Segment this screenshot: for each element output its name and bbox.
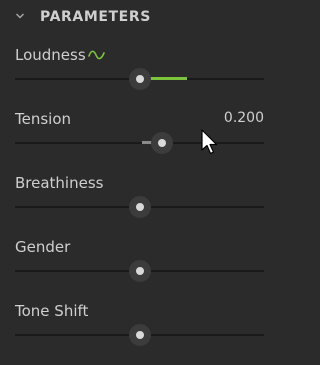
parameters-panel: PARAMETERS Loudness Tension 0.200 Breath… [0,0,279,365]
parameters-section-header[interactable]: PARAMETERS [0,0,279,36]
param-label: Loudness [15,46,86,64]
slider-thumb[interactable] [128,196,151,218]
param-value: 0.200 [223,110,264,126]
section-title: PARAMETERS [40,9,151,25]
slider-thumb[interactable] [128,260,151,282]
param-label: Breathiness [15,174,104,192]
param-label: Tension [15,110,72,128]
waveform-icon [88,50,105,60]
slider-thumb[interactable] [128,68,151,90]
param-tension: Tension 0.200 [0,110,279,170]
param-label: Gender [15,238,71,256]
slider-track[interactable] [15,142,264,144]
slider-thumb[interactable] [128,324,151,346]
param-loudness: Loudness [0,46,279,106]
param-gender: Gender [0,238,279,298]
slider-thumb[interactable] [150,132,173,154]
param-tone-shift: Tone Shift [0,302,279,362]
mouse-pointer-icon [201,129,218,155]
param-breathiness: Breathiness [0,174,279,234]
chevron-down-icon[interactable] [15,11,25,21]
param-label: Tone Shift [15,302,89,320]
